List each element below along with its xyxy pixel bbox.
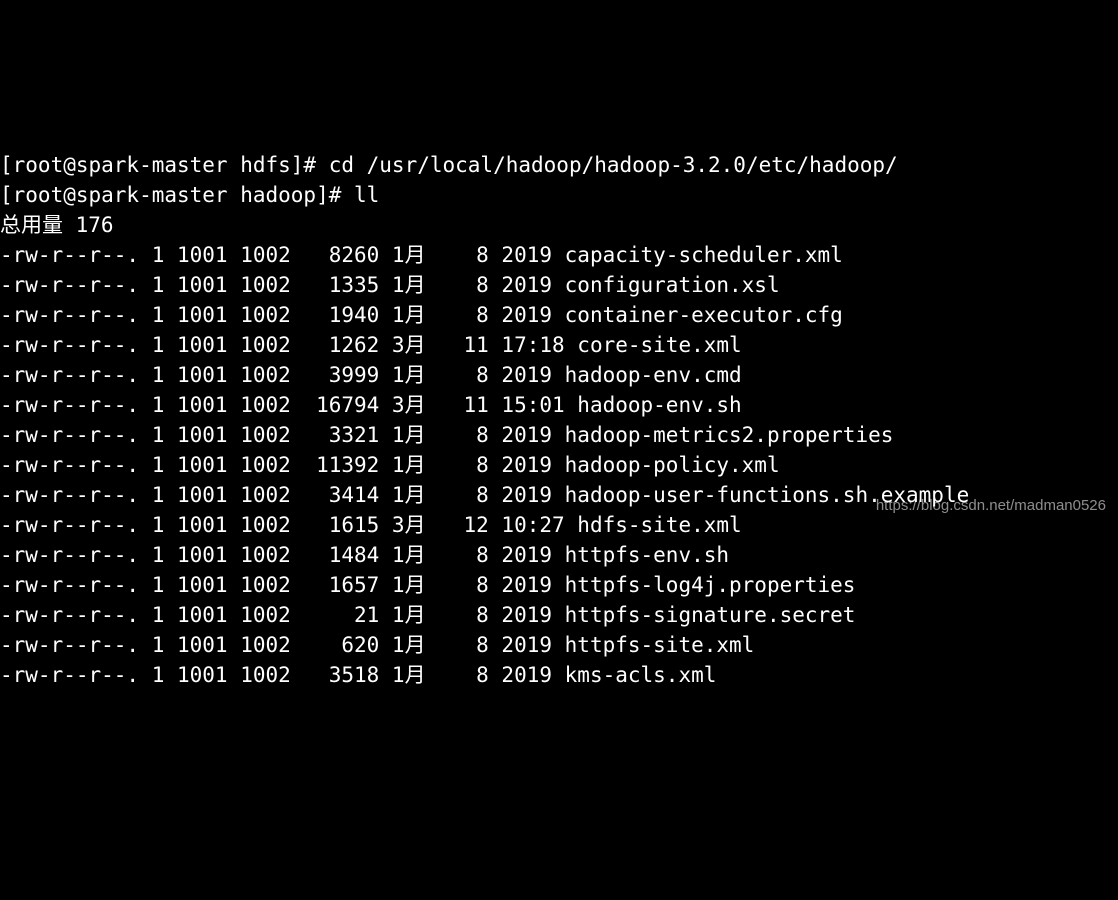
watermark: https://blog.csdn.net/madman0526 <box>876 491 1106 521</box>
terminal-output: drwxr-xr-x. 1 root root 57 3月 11 10:32 t… <box>0 120 1118 690</box>
total-line: 总用量 176 <box>0 213 114 237</box>
file-listing: -rw-r--r--. 1 1001 1002 8260 1月 8 2019 c… <box>0 240 1118 690</box>
prompt-line: [root@spark-master hadoop]# ll <box>0 183 379 207</box>
prompt-line: [root@spark-master hdfs]# cd /usr/local/… <box>0 153 898 177</box>
